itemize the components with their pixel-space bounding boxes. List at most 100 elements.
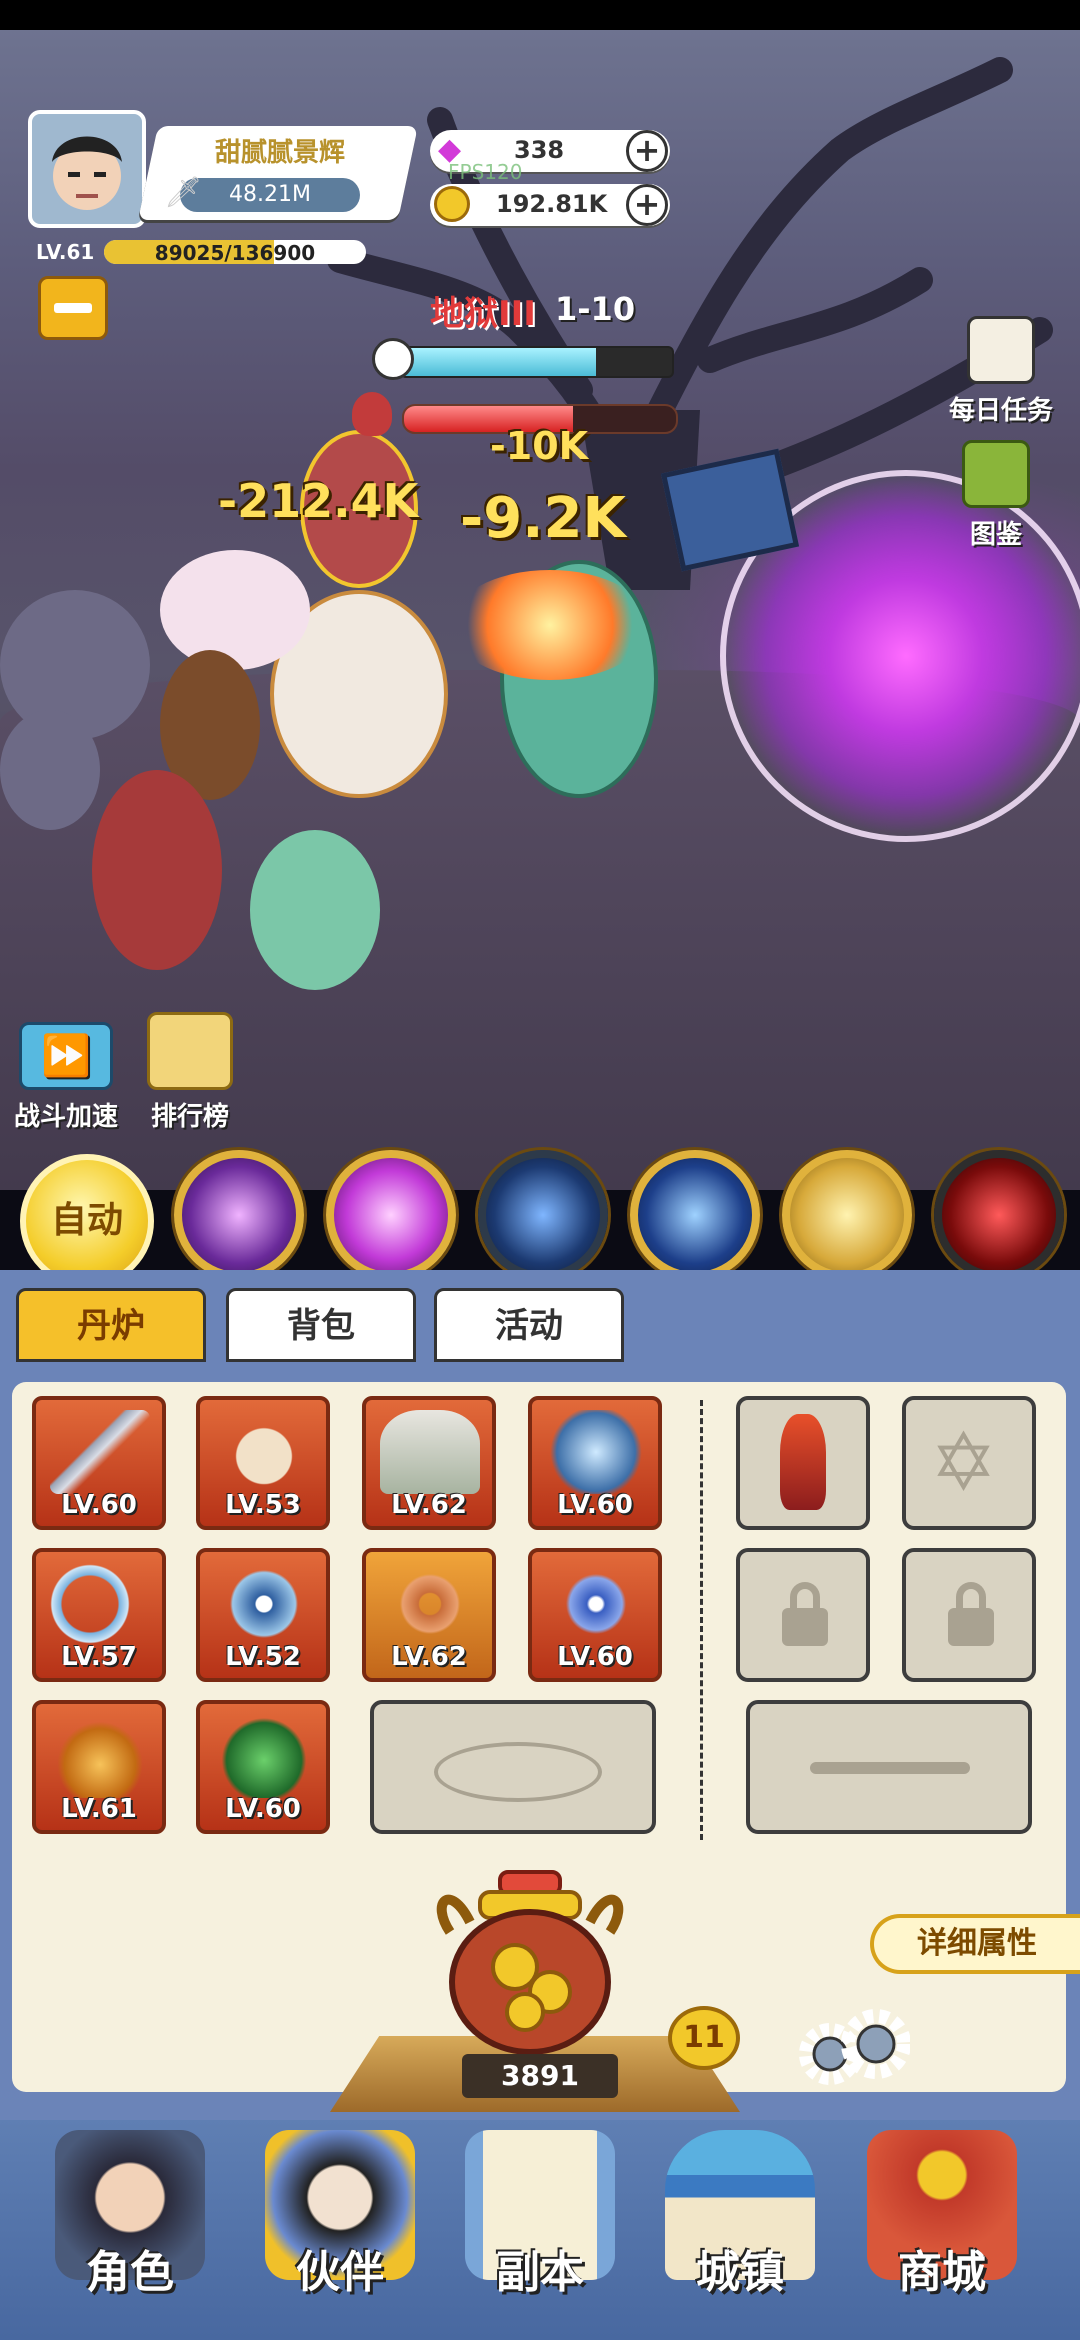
alchemy-furnace-icon[interactable] — [420, 1862, 640, 2072]
flame-pendant-icon — [780, 1414, 826, 1510]
wolf-enemy — [0, 710, 100, 830]
damage-number: -10K — [490, 424, 589, 468]
lock-icon — [948, 1582, 994, 1646]
golden-lion-skill-icon[interactable] — [782, 1150, 912, 1280]
lightning-rune-skill-icon[interactable] — [630, 1150, 760, 1280]
book-icon — [962, 440, 1030, 508]
equipment-level: LV.60 — [557, 1490, 633, 1520]
weapon-slot[interactable] — [746, 1700, 1032, 1834]
tab-furnace[interactable]: 丹炉 — [16, 1288, 206, 1362]
crescent-blade-icon — [50, 1562, 150, 1646]
leaderboard-label: 排行榜 — [150, 1102, 229, 1132]
red-slash-skill-icon[interactable] — [934, 1150, 1064, 1280]
blue-comet-skill-icon[interactable] — [478, 1150, 608, 1280]
scroll-list-icon — [967, 316, 1035, 384]
detail-attributes-button[interactable]: 详细属性 — [870, 1914, 1080, 1974]
stage-number: 1-10 — [555, 290, 636, 328]
nav-character[interactable]: 角色 — [40, 2130, 220, 2330]
dagger-icon — [50, 1410, 150, 1494]
tab-backpack[interactable]: 背包 — [226, 1288, 416, 1362]
add-gems-button[interactable]: + — [626, 130, 668, 172]
equipment-slot[interactable]: LV.62 — [362, 1396, 496, 1530]
equipment-slot[interactable]: LV.62 — [362, 1548, 496, 1682]
trident-icon — [810, 1762, 970, 1774]
equipment-slot[interactable]: LV.60 — [196, 1700, 330, 1834]
furnace-level-badge[interactable]: 11 — [668, 2006, 740, 2070]
daily-tasks-label: 每日任务 — [948, 396, 1053, 426]
blue-amulet-icon — [546, 1562, 646, 1646]
pink-spiral-skill-icon[interactable] — [326, 1150, 456, 1280]
stage-name: 地狱III — [430, 294, 536, 334]
add-coins-button[interactable]: + — [626, 184, 668, 226]
sage-robe-icon — [380, 1410, 480, 1494]
stage-timer-fill — [402, 348, 597, 376]
equipment-slot[interactable]: LV.57 — [32, 1548, 166, 1682]
codex-button[interactable]: 图鉴 — [946, 440, 1046, 551]
equipment-level: LV.53 — [225, 1490, 301, 1520]
red-warrior-hero — [92, 770, 222, 970]
equipment-slot[interactable]: LV.60 — [528, 1396, 662, 1530]
formation-slot[interactable] — [370, 1700, 656, 1834]
battle-speed-label: 战斗加速 — [13, 1102, 118, 1132]
settings-gear-icon[interactable] — [790, 2002, 910, 2092]
collapse-menu-button[interactable] — [38, 276, 108, 340]
equipment-slot[interactable]: LV.60 — [528, 1548, 662, 1682]
auto-battle-button[interactable]: 自动 — [20, 1154, 154, 1288]
accessory-slot[interactable] — [736, 1396, 870, 1530]
exp-text: 89025/136900 — [154, 241, 316, 265]
stage-timer-bar — [400, 346, 674, 378]
equipment-slot[interactable]: LV.60 — [32, 1396, 166, 1530]
minus-icon — [54, 303, 92, 313]
nav-shop[interactable]: 商城 — [852, 2130, 1032, 2330]
lock-icon — [782, 1582, 828, 1646]
demon-skull-icon — [352, 392, 392, 436]
magic-circle-icon — [434, 1742, 602, 1802]
status-bar — [0, 0, 1080, 30]
nav-partner[interactable]: 伙伴 — [250, 2130, 430, 2330]
locked-slot[interactable] — [902, 1548, 1036, 1682]
locked-slot[interactable] — [736, 1548, 870, 1682]
clock-icon — [372, 338, 414, 380]
codex-label: 图鉴 — [969, 520, 1022, 550]
fire-helmet-icon — [50, 1714, 150, 1798]
player-level: LV.61 — [36, 240, 95, 264]
furnace-count: 3891 — [462, 2054, 618, 2098]
nav-dungeon[interactable]: 副本 — [450, 2130, 630, 2330]
dragon-orb-icon — [546, 1410, 646, 1494]
divider — [700, 1400, 703, 1840]
nav-dungeon-label: 副本 — [496, 2247, 584, 2298]
talisman-slot[interactable]: ✡ — [902, 1396, 1036, 1530]
player-avatar[interactable] — [28, 110, 146, 228]
player-name: 甜腻腻景辉 — [214, 138, 345, 168]
tab-activity[interactable]: 活动 — [434, 1288, 624, 1362]
equipment-level: LV.60 — [557, 1642, 633, 1672]
equipment-slot[interactable]: LV.61 — [32, 1700, 166, 1834]
podium-icon — [147, 1012, 233, 1090]
equipment-slot[interactable]: LV.53 — [196, 1396, 330, 1530]
nav-town[interactable]: 城镇 — [650, 2130, 830, 2330]
leaderboard-button[interactable]: 排行榜 — [134, 1012, 246, 1133]
equipment-level: LV.61 — [61, 1794, 137, 1824]
coin-value: 192.81K — [496, 190, 608, 218]
fast-forward-icon: ⏩ — [19, 1022, 113, 1090]
butterfly-cat-pet — [250, 830, 380, 990]
daily-tasks-button[interactable]: 每日任务 — [936, 316, 1066, 427]
combat-power-value: 48.21M — [229, 182, 311, 207]
damage-number: -9.2K — [460, 486, 626, 551]
player-face-icon — [52, 136, 122, 210]
hexagram-icon: ✡ — [930, 1416, 998, 1509]
fire-explosion-effect — [450, 570, 650, 680]
fps-overlay: FPS120 — [448, 160, 523, 184]
equipment-level: LV.60 — [225, 1794, 301, 1824]
combat-power: 🗡 48.21M — [164, 176, 360, 212]
nav-character-label: 角色 — [86, 2247, 174, 2298]
nav-partner-label: 伙伴 — [296, 2247, 384, 2298]
equipment-level: LV.52 — [225, 1642, 301, 1672]
purple-vortex-skill-icon[interactable] — [174, 1150, 304, 1280]
battle-speed-button[interactable]: ⏩ 战斗加速 — [10, 1022, 122, 1133]
coin-icon — [434, 186, 470, 222]
white-lion-pet — [160, 550, 310, 670]
equipment-slot[interactable]: LV.52 — [196, 1548, 330, 1682]
bagua-icon — [214, 1562, 314, 1646]
nav-shop-label: 商城 — [898, 2247, 986, 2298]
